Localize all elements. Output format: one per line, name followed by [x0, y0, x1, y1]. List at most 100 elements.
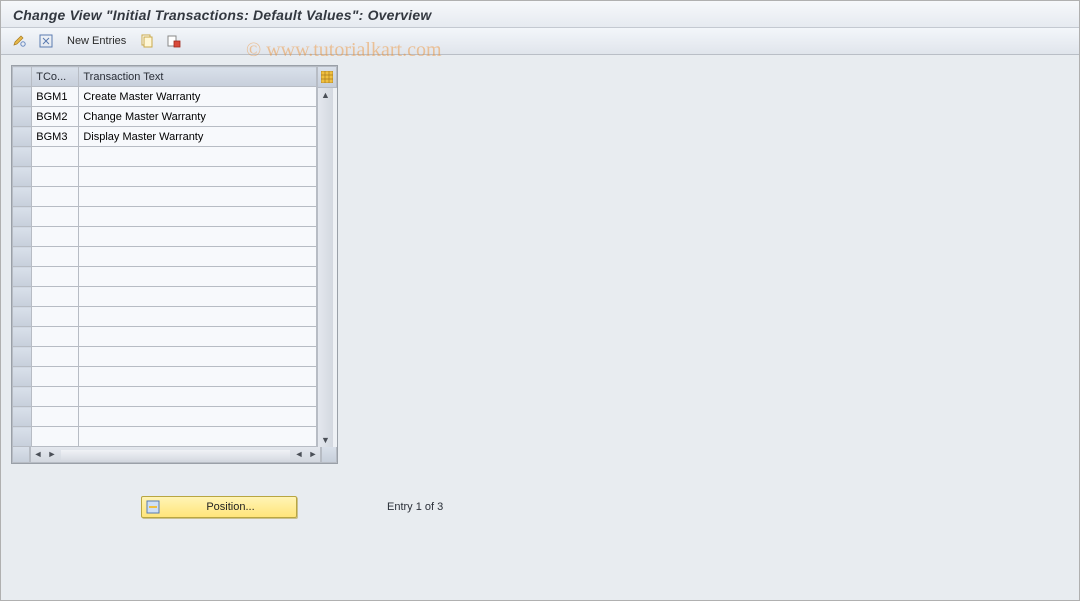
table-row-empty[interactable]	[13, 247, 317, 267]
toggle-change-button[interactable]	[9, 31, 31, 51]
hscroll-corner	[12, 447, 30, 463]
grid-table: TCo... Transaction Text BGM1Create Maste…	[12, 66, 317, 447]
expand-button[interactable]	[35, 31, 57, 51]
row-selector[interactable]	[13, 267, 32, 287]
cell-tcode[interactable]	[32, 347, 79, 367]
row-selector[interactable]	[13, 147, 32, 167]
table-row-empty[interactable]	[13, 407, 317, 427]
cell-text[interactable]	[79, 207, 317, 227]
cell-text[interactable]	[79, 147, 317, 167]
scroll-up-button[interactable]: ▲	[319, 88, 333, 102]
cell-text[interactable]	[79, 287, 317, 307]
row-selector[interactable]	[13, 247, 32, 267]
row-selector[interactable]	[13, 207, 32, 227]
col-header-tcode[interactable]: TCo...	[32, 67, 79, 87]
chevron-right-icon: ►	[48, 450, 57, 459]
table-row-empty[interactable]	[13, 207, 317, 227]
row-selector[interactable]	[13, 287, 32, 307]
cell-text[interactable]	[79, 247, 317, 267]
cell-tcode[interactable]	[32, 147, 79, 167]
scroll-left-button[interactable]: ◄	[31, 448, 45, 462]
copy-button[interactable]	[136, 31, 158, 51]
table-row-empty[interactable]	[13, 387, 317, 407]
cell-tcode[interactable]	[32, 367, 79, 387]
configure-columns-button[interactable]	[317, 66, 337, 88]
cell-text[interactable]: Display Master Warranty	[79, 127, 317, 147]
cell-tcode[interactable]	[32, 207, 79, 227]
cell-text[interactable]	[79, 167, 317, 187]
cell-tcode[interactable]	[32, 407, 79, 427]
table-row-empty[interactable]	[13, 347, 317, 367]
row-selector[interactable]	[13, 307, 32, 327]
bottom-row: Position... Entry 1 of 3	[11, 496, 1079, 518]
scroll-right-button[interactable]: ◄	[292, 448, 306, 462]
vertical-scrollbar[interactable]: ▲ ▼	[317, 88, 333, 447]
position-button[interactable]: Position...	[141, 496, 297, 518]
cell-text[interactable]	[79, 307, 317, 327]
row-selector[interactable]	[13, 87, 32, 107]
table-row-empty[interactable]	[13, 287, 317, 307]
cell-tcode[interactable]	[32, 167, 79, 187]
table-row-empty[interactable]	[13, 307, 317, 327]
cell-tcode[interactable]	[32, 247, 79, 267]
cell-text[interactable]	[79, 227, 317, 247]
cell-tcode[interactable]	[32, 427, 79, 447]
scroll-right2-button[interactable]: ►	[306, 448, 320, 462]
table-row-empty[interactable]	[13, 187, 317, 207]
cell-tcode[interactable]: BGM3	[32, 127, 79, 147]
table-row-empty[interactable]	[13, 327, 317, 347]
new-entries-button[interactable]: New Entries	[61, 33, 132, 49]
row-selector[interactable]	[13, 427, 32, 447]
horizontal-scrollbar[interactable]: ◄ ► ◄ ►	[30, 447, 321, 463]
cell-text[interactable]	[79, 387, 317, 407]
row-selector[interactable]	[13, 127, 32, 147]
cell-text[interactable]	[79, 327, 317, 347]
cell-text[interactable]	[79, 347, 317, 367]
table-row-empty[interactable]	[13, 167, 317, 187]
table-row-empty[interactable]	[13, 267, 317, 287]
cell-text[interactable]: Change Master Warranty	[79, 107, 317, 127]
cell-tcode[interactable]: BGM1	[32, 87, 79, 107]
cell-text[interactable]: Create Master Warranty	[79, 87, 317, 107]
cell-tcode[interactable]	[32, 227, 79, 247]
scroll-left2-button[interactable]: ►	[45, 448, 59, 462]
cell-text[interactable]	[79, 427, 317, 447]
row-selector[interactable]	[13, 227, 32, 247]
cell-text[interactable]	[79, 407, 317, 427]
cell-text[interactable]	[79, 367, 317, 387]
cell-tcode[interactable]: BGM2	[32, 107, 79, 127]
chevron-left-icon: ◄	[34, 450, 43, 459]
table-row-empty[interactable]	[13, 227, 317, 247]
position-icon	[145, 499, 161, 515]
cell-text[interactable]	[79, 187, 317, 207]
select-all-header[interactable]	[13, 67, 32, 87]
cell-tcode[interactable]	[32, 287, 79, 307]
row-selector[interactable]	[13, 367, 32, 387]
row-selector[interactable]	[13, 167, 32, 187]
row-selector[interactable]	[13, 387, 32, 407]
table-row[interactable]: BGM3Display Master Warranty	[13, 127, 317, 147]
table-row[interactable]: BGM1Create Master Warranty	[13, 87, 317, 107]
table-row-empty[interactable]	[13, 367, 317, 387]
cell-text[interactable]	[79, 267, 317, 287]
row-selector[interactable]	[13, 347, 32, 367]
delete-button[interactable]	[162, 31, 184, 51]
table-row-empty[interactable]	[13, 147, 317, 167]
row-selector[interactable]	[13, 107, 32, 127]
table-row-empty[interactable]	[13, 427, 317, 447]
row-selector[interactable]	[13, 327, 32, 347]
row-selector[interactable]	[13, 187, 32, 207]
cell-tcode[interactable]	[32, 267, 79, 287]
grid-container: TCo... Transaction Text BGM1Create Maste…	[11, 65, 338, 464]
cell-tcode[interactable]	[32, 387, 79, 407]
table-row[interactable]: BGM2Change Master Warranty	[13, 107, 317, 127]
scroll-down-button[interactable]: ▼	[319, 433, 333, 447]
row-selector[interactable]	[13, 407, 32, 427]
col-header-text[interactable]: Transaction Text	[79, 67, 317, 87]
cell-tcode[interactable]	[32, 327, 79, 347]
cell-tcode[interactable]	[32, 307, 79, 327]
position-label: Position...	[165, 501, 296, 513]
cell-tcode[interactable]	[32, 187, 79, 207]
hscroll-track[interactable]	[61, 450, 290, 460]
page-title: Change View "Initial Transactions: Defau…	[13, 7, 1069, 23]
